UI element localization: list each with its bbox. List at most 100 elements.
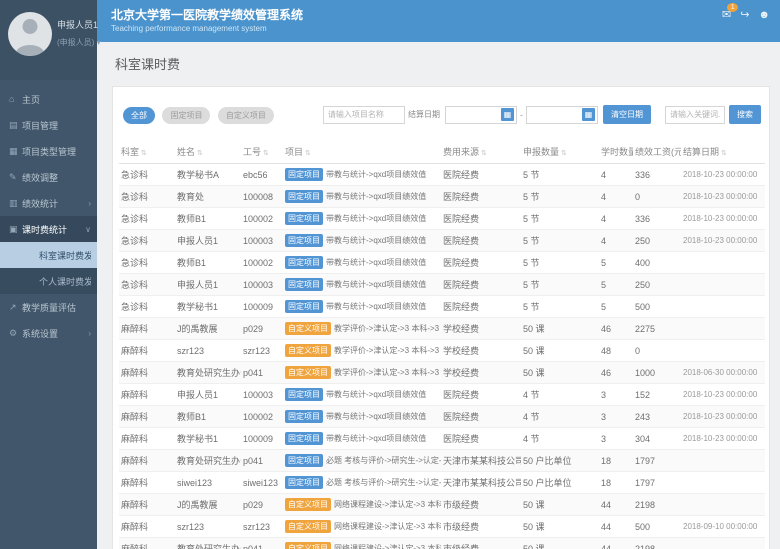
- column-header[interactable]: 费用来源⇅: [441, 140, 521, 164]
- cell-declared-qty: 4 节: [521, 428, 599, 450]
- project-description: 带教与统计->qxd项目绩效值: [326, 390, 426, 399]
- cell-project: 固定项目带教与统计->qxd项目绩效值: [283, 208, 441, 230]
- table-body: 急诊科 教学秘书A ebc56 固定项目带教与统计->qxd项目绩效值 医院经费…: [119, 164, 765, 549]
- table-row: 麻醉科 J的禹教展 p029 自定义项目网络课程建设->津认定->3 本科->3…: [119, 494, 765, 516]
- table-row: 急诊科 教师B1 100002 固定项目带教与统计->qxd项目绩效值 医院经费…: [119, 208, 765, 230]
- column-header[interactable]: 申报数量⇅: [521, 140, 599, 164]
- sort-icon[interactable]: ⇅: [481, 150, 487, 157]
- column-header[interactable]: 工号⇅: [241, 140, 283, 164]
- cell-name: 教师B1: [175, 208, 241, 230]
- cell-employee-id: szr123: [241, 516, 283, 538]
- cell-hours: 4: [599, 208, 633, 230]
- sort-icon[interactable]: ⇅: [197, 150, 203, 157]
- sidebar-item-绩效调整[interactable]: ✎ 绩效调整: [0, 164, 97, 190]
- logout-icon[interactable]: ↪: [740, 8, 749, 21]
- message-icon[interactable]: ✉1: [722, 8, 731, 21]
- project-type-badge: 固定项目: [285, 212, 323, 225]
- cell-declared-qty: 50 户比单位: [521, 450, 599, 472]
- table-row: 急诊科 教学秘书A ebc56 固定项目带教与统计->qxd项目绩效值 医院经费…: [119, 164, 765, 186]
- search-button[interactable]: 搜索: [729, 105, 761, 124]
- cell-project: 自定义项目网络课程建设->津认定->3 本科->3 学员: [283, 494, 441, 516]
- sidebar-item-项目管理[interactable]: ▤ 项目管理: [0, 112, 97, 138]
- cell-name: J的禹教展: [175, 494, 241, 516]
- cell-employee-id: ebc56: [241, 164, 283, 186]
- cell-department: 麻醉科: [119, 450, 175, 472]
- clear-date-button[interactable]: 清空日期: [603, 105, 651, 124]
- column-header[interactable]: 绩效工资(元)⇅: [633, 140, 681, 164]
- column-header[interactable]: 项目⇅: [283, 140, 441, 164]
- cell-department: 麻醉科: [119, 362, 175, 384]
- cell-settle-date: 2018-10-23 00:00:00: [681, 406, 765, 428]
- sort-icon[interactable]: ⇅: [721, 150, 727, 157]
- sidebar-item-label: 课时费统计: [22, 223, 85, 236]
- column-header-label: 工号: [243, 147, 261, 157]
- table-row: 急诊科 申报人员1 100003 固定项目带教与统计->qxd项目绩效值 医院经…: [119, 274, 765, 296]
- user-role-dropdown[interactable]: (申报人员) ▾: [57, 37, 101, 48]
- filter-pill[interactable]: 全部: [123, 107, 155, 124]
- cell-wage: 336: [633, 164, 681, 186]
- cell-department: 急诊科: [119, 230, 175, 252]
- filter-pill[interactable]: 固定项目: [162, 107, 210, 124]
- project-type-badge: 固定项目: [285, 190, 323, 203]
- cell-settle-date: [681, 252, 765, 274]
- keyword-input[interactable]: [665, 106, 725, 124]
- sort-icon[interactable]: ⇅: [263, 150, 269, 157]
- column-header[interactable]: 学时数量⇅: [599, 140, 633, 164]
- table-row: 麻醉科 J的禹教展 p029 自定义项目教学评价->津认定->3 本科->3 无…: [119, 318, 765, 340]
- project-description: 带教与统计->qxd项目绩效值: [326, 412, 426, 421]
- cell-name: szr123: [175, 516, 241, 538]
- cell-wage: 250: [633, 274, 681, 296]
- cell-declared-qty: 4 节: [521, 384, 599, 406]
- toolbar: 全部 固定项目 自定义项目 结算日期 ▦ - ▦ 清空日期 搜索: [119, 95, 763, 140]
- project-type-badge: 自定义项目: [285, 344, 331, 357]
- cell-project: 固定项目带教与统计->qxd项目绩效值: [283, 296, 441, 318]
- column-header[interactable]: 姓名⇅: [175, 140, 241, 164]
- column-header-label: 姓名: [177, 147, 195, 157]
- sidebar-item-主页[interactable]: ⌂ 主页: [0, 86, 97, 112]
- calendar-icon[interactable]: ▦: [582, 108, 595, 121]
- cell-fee-source: 天津市某某科技公司资助项目: [441, 472, 521, 494]
- cell-settle-date: [681, 450, 765, 472]
- cell-name: szr123: [175, 340, 241, 362]
- sidebar-item-课时费统计[interactable]: ▣ 课时费统计 ∨: [0, 216, 97, 242]
- cell-wage: 336: [633, 208, 681, 230]
- filter-pill[interactable]: 自定义项目: [218, 107, 274, 124]
- app-subtitle: Teaching performance management system: [97, 23, 780, 33]
- home-icon: ⌂: [9, 94, 22, 104]
- sidebar-item-科室课时费发放[interactable]: 科室课时费发放: [0, 242, 97, 268]
- sidebar-item-个人课时费发放[interactable]: 个人课时费发放: [0, 268, 97, 294]
- cell-fee-source: 天津市某某科技公司资助项目: [441, 450, 521, 472]
- sort-icon[interactable]: ⇅: [141, 150, 147, 157]
- cell-settle-date: 2018-10-23 00:00:00: [681, 164, 765, 186]
- sidebar-item-label: 系统设置: [22, 327, 88, 340]
- date-range-label: 结算日期: [408, 109, 440, 120]
- cell-wage: 2198: [633, 494, 681, 516]
- cell-employee-id: 100003: [241, 384, 283, 406]
- sort-icon[interactable]: ⇅: [305, 150, 311, 157]
- sidebar-item-系统设置[interactable]: ⚙ 系统设置 ›: [0, 320, 97, 346]
- calendar-icon[interactable]: ▦: [501, 108, 514, 121]
- sidebar-item-绩效统计[interactable]: ▥ 绩效统计 ›: [0, 190, 97, 216]
- project-type-badge: 固定项目: [285, 168, 323, 181]
- cell-project: 固定项目带教与统计->qxd项目绩效值: [283, 274, 441, 296]
- cell-hours: 4: [599, 164, 633, 186]
- sidebar-item-教学质量评估[interactable]: ↗ 教学质量评估: [0, 294, 97, 320]
- cell-department: 麻醉科: [119, 538, 175, 549]
- project-type-badge: 固定项目: [285, 388, 323, 401]
- settings-icon: ⚙: [9, 328, 22, 339]
- cell-employee-id: 100002: [241, 208, 283, 230]
- cell-name: 申报人员1: [175, 230, 241, 252]
- cell-employee-id: 100003: [241, 274, 283, 296]
- date-to-input[interactable]: ▦: [526, 106, 598, 124]
- user-icon[interactable]: ☻: [758, 9, 770, 21]
- cell-name: 教学秘书A: [175, 164, 241, 186]
- column-header[interactable]: 结算日期⇅: [681, 140, 765, 164]
- date-from-input[interactable]: ▦: [445, 106, 517, 124]
- cell-name: 教育处研究生办公室A: [175, 362, 241, 384]
- column-header[interactable]: 科室⇅: [119, 140, 175, 164]
- sort-icon[interactable]: ⇅: [561, 150, 567, 157]
- project-name-input[interactable]: [323, 106, 405, 124]
- project-description: 带教与统计->qxd项目绩效值: [326, 302, 426, 311]
- sidebar-item-项目类型管理[interactable]: ▦ 项目类型管理: [0, 138, 97, 164]
- cell-settle-date: 2018-10-23 00:00:00: [681, 428, 765, 450]
